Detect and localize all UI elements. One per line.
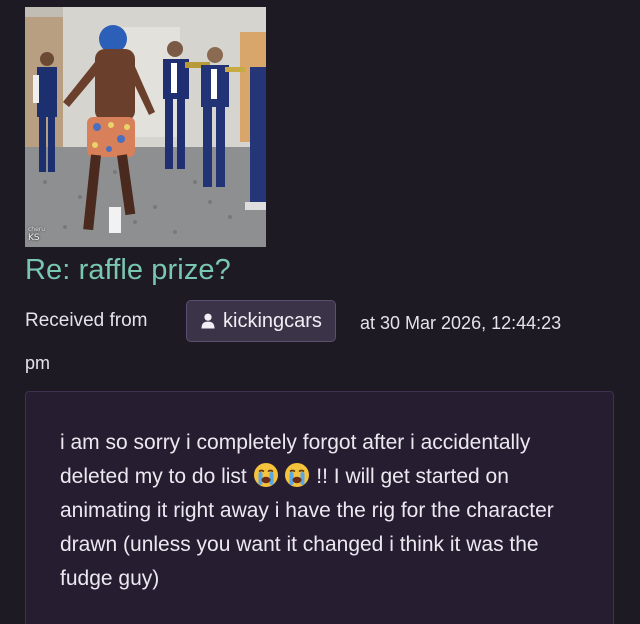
- message-body: i am so sorry i completely forgot after …: [60, 426, 590, 596]
- sender-chip-link[interactable]: kickingcars: [186, 300, 336, 342]
- sender-username: kickingcars: [223, 310, 322, 332]
- loudly-crying-face-icon: [253, 462, 279, 488]
- message-title: Re: raffle prize?: [25, 254, 231, 286]
- gif-watermark-bottom: KS: [28, 233, 40, 243]
- user-icon: [201, 313, 215, 329]
- message-box: i am so sorry i completely forgot after …: [25, 391, 614, 624]
- ask-page: cheru KS Re: raffle prize? Received from…: [0, 0, 640, 624]
- reaction-gif-image: cheru KS: [25, 7, 266, 247]
- timestamp-suffix: pm: [25, 353, 51, 373]
- gif-illustration: [25, 7, 266, 247]
- received-from-label: Received from: [25, 310, 148, 331]
- gif-watermark-top: cheru: [28, 226, 46, 233]
- timestamp: at 30 Mar 2026, 12:44:23: [360, 313, 562, 333]
- gif-watermark: cheru KS: [28, 225, 45, 243]
- loudly-crying-face-icon: [284, 462, 310, 488]
